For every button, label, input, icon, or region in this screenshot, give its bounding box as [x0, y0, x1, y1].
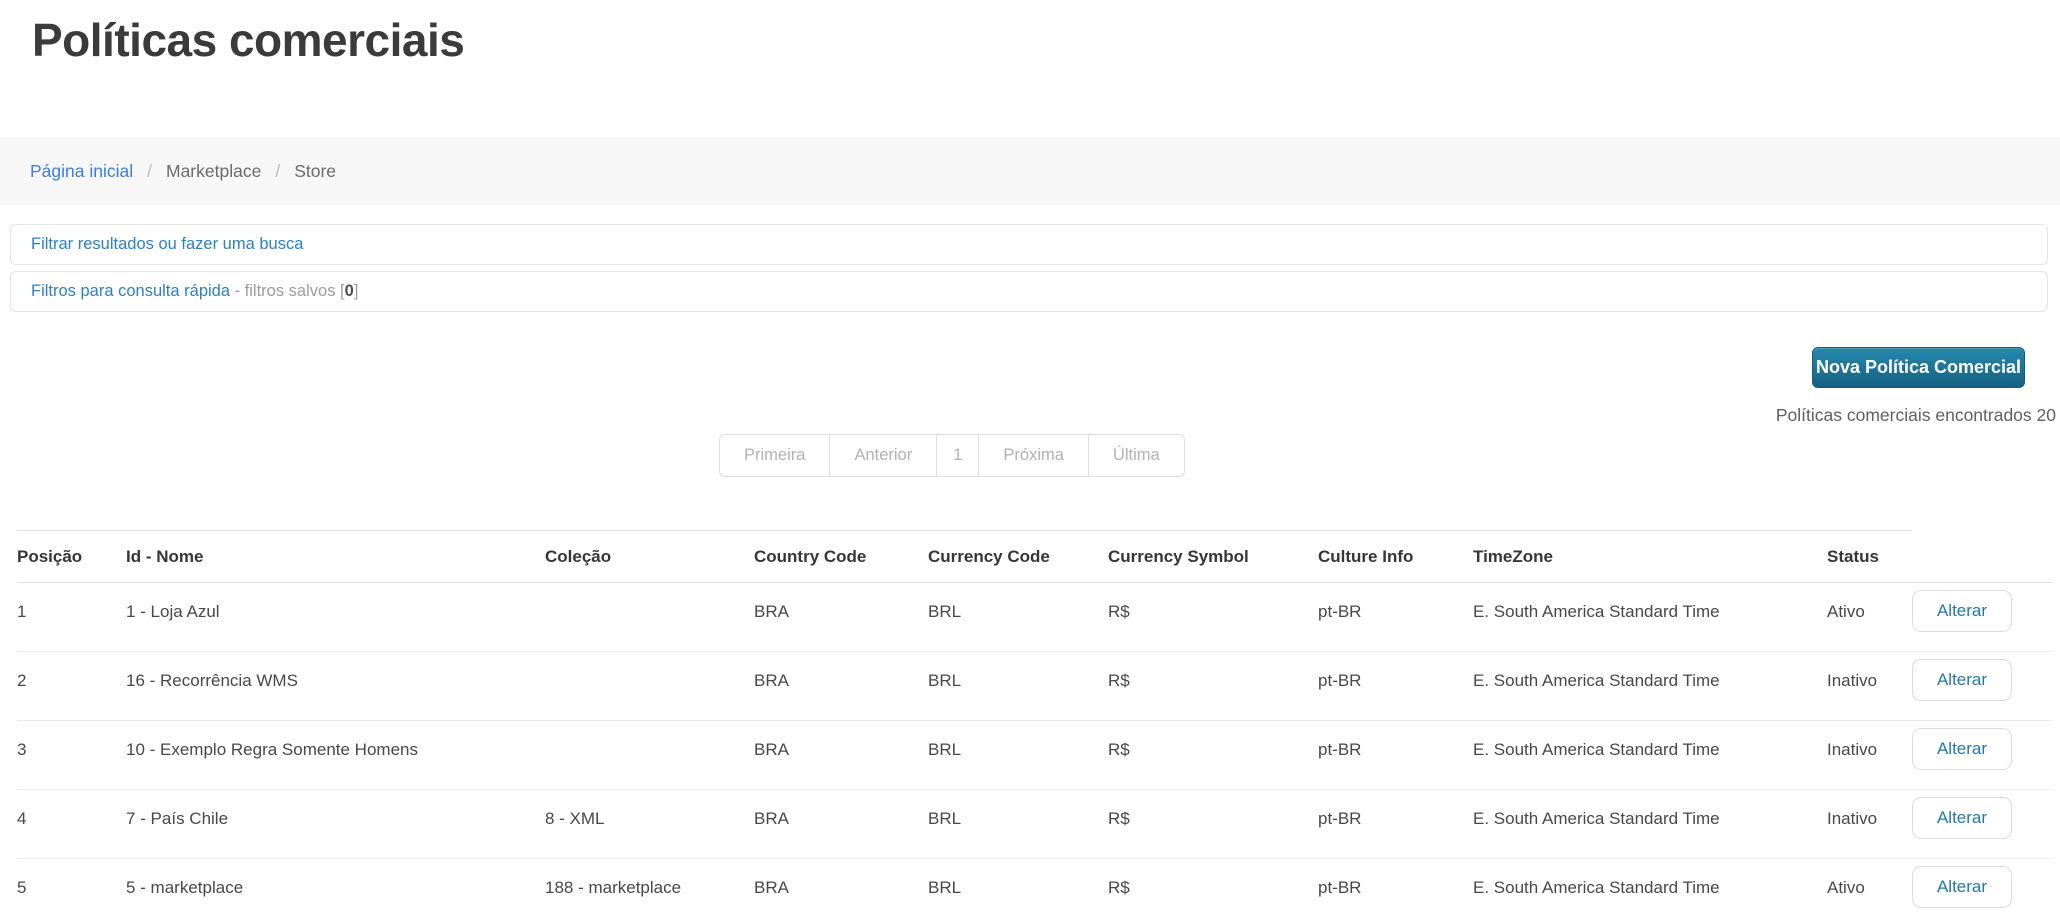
saved-filters-count: 0: [344, 282, 354, 300]
table-row: 3 10 - Exemplo Regra Somente Homens BRA …: [17, 720, 2052, 790]
cell-currency-code: BRL: [928, 720, 1108, 790]
cell-currency-symbol: R$: [1108, 582, 1318, 652]
col-header-currency-symbol: Currency Symbol: [1108, 530, 1318, 583]
cell-position: 3: [17, 720, 126, 790]
col-header-culture-info: Culture Info: [1318, 530, 1473, 583]
cell-status: Inativo: [1827, 651, 1912, 721]
cell-collection: [545, 720, 754, 790]
breadcrumb-item-store: Store: [294, 160, 337, 181]
alterar-button[interactable]: Alterar: [1912, 866, 2012, 908]
cell-currency-symbol: R$: [1108, 720, 1318, 790]
breadcrumb-separator: /: [275, 160, 281, 181]
cell-status: Ativo: [1827, 858, 1912, 920]
quick-filters-label: Filtros para consulta rápida: [31, 282, 231, 300]
pagination-last[interactable]: Última: [1087, 435, 1184, 476]
cell-country-code: BRA: [754, 651, 928, 721]
cell-action: Alterar: [1912, 789, 2052, 859]
cell-currency-code: BRL: [928, 651, 1108, 721]
table-row: 2 16 - Recorrência WMS BRA BRL R$ pt-BR …: [17, 651, 2052, 721]
new-policy-button[interactable]: Nova Política Comercial: [1812, 347, 2025, 388]
col-header-posicao: Posição: [17, 530, 126, 583]
cell-status: Inativo: [1827, 789, 1912, 859]
cell-id-name: 1 - Loja Azul: [126, 582, 545, 652]
col-header-currency-code: Currency Code: [928, 530, 1108, 583]
cell-status: Inativo: [1827, 720, 1912, 790]
col-header-timezone: TimeZone: [1473, 530, 1827, 583]
table-row: 5 5 - marketplace 188 - marketplace BRA …: [17, 858, 2052, 920]
cell-id-name: 5 - marketplace: [126, 858, 545, 920]
table-row: 4 7 - País Chile 8 - XML BRA BRL R$ pt-B…: [17, 789, 2052, 859]
cell-action: Alterar: [1912, 858, 2052, 920]
col-header-status: Status: [1827, 530, 1912, 583]
table-row: 1 1 - Loja Azul BRA BRL R$ pt-BR E. Sout…: [17, 582, 2052, 652]
cell-currency-symbol: R$: [1108, 789, 1318, 859]
cell-timezone: E. South America Standard Time: [1473, 651, 1827, 721]
cell-currency-symbol: R$: [1108, 858, 1318, 920]
cell-culture-info: pt-BR: [1318, 858, 1473, 920]
cell-culture-info: pt-BR: [1318, 582, 1473, 652]
cell-timezone: E. South America Standard Time: [1473, 582, 1827, 652]
breadcrumb: Página inicial / Marketplace / Store: [0, 137, 2060, 205]
saved-filters-text-close: ]: [353, 282, 359, 300]
cell-country-code: BRA: [754, 858, 928, 920]
cell-collection: 8 - XML: [545, 789, 754, 859]
results-summary: Políticas comerciais encontrados 20: [1775, 405, 2056, 425]
cell-id-name: 10 - Exemplo Regra Somente Homens: [126, 720, 545, 790]
pagination-previous[interactable]: Anterior: [829, 435, 936, 476]
breadcrumb-item-marketplace: Marketplace: [166, 160, 262, 181]
page-title: Políticas comerciais: [32, 14, 465, 66]
alterar-button[interactable]: Alterar: [1912, 590, 2012, 632]
pagination: Primeira Anterior 1 Próxima Última: [719, 434, 1185, 477]
cell-action: Alterar: [1912, 582, 2052, 652]
cell-id-name: 7 - País Chile: [126, 789, 545, 859]
cell-timezone: E. South America Standard Time: [1473, 789, 1827, 859]
cell-collection: [545, 651, 754, 721]
saved-filters-text: - filtros salvos [: [230, 282, 345, 300]
alterar-button[interactable]: Alterar: [1912, 659, 2012, 701]
cell-position: 4: [17, 789, 126, 859]
cell-currency-code: BRL: [928, 789, 1108, 859]
cell-action: Alterar: [1912, 651, 2052, 721]
filter-search-bar[interactable]: Filtrar resultados ou fazer uma busca: [10, 224, 2048, 265]
cell-timezone: E. South America Standard Time: [1473, 858, 1827, 920]
cell-position: 1: [17, 582, 126, 652]
pagination-first[interactable]: Primeira: [720, 435, 829, 476]
col-header-country-code: Country Code: [754, 530, 928, 583]
col-header-id-nome: Id - Nome: [126, 530, 545, 583]
cell-country-code: BRA: [754, 582, 928, 652]
col-header-action: [1912, 530, 2052, 583]
quick-filters-bar[interactable]: Filtros para consulta rápida - filtros s…: [10, 271, 2048, 312]
alterar-button[interactable]: Alterar: [1912, 728, 2012, 770]
cell-currency-code: BRL: [928, 582, 1108, 652]
table-header-row: Posição Id - Nome Coleção Country Code C…: [17, 530, 2052, 583]
cell-action: Alterar: [1912, 720, 2052, 790]
cell-currency-code: BRL: [928, 858, 1108, 920]
col-header-colecao: Coleção: [545, 530, 754, 583]
pagination-next[interactable]: Próxima: [978, 435, 1088, 476]
cell-position: 2: [17, 651, 126, 721]
breadcrumb-link-home[interactable]: Página inicial: [30, 161, 133, 182]
pagination-current-page[interactable]: 1: [936, 435, 978, 476]
cell-culture-info: pt-BR: [1318, 720, 1473, 790]
cell-collection: [545, 582, 754, 652]
cell-status: Ativo: [1827, 582, 1912, 652]
cell-position: 5: [17, 858, 126, 920]
cell-culture-info: pt-BR: [1318, 789, 1473, 859]
alterar-button[interactable]: Alterar: [1912, 797, 2012, 839]
trade-policies-page: Políticas comerciais Página inicial / Ma…: [0, 0, 2060, 920]
policies-table: Posição Id - Nome Coleção Country Code C…: [17, 530, 2052, 920]
cell-collection: 188 - marketplace: [545, 858, 754, 920]
cell-culture-info: pt-BR: [1318, 651, 1473, 721]
breadcrumb-separator: /: [147, 160, 152, 181]
cell-id-name: 16 - Recorrência WMS: [126, 651, 545, 721]
cell-currency-symbol: R$: [1108, 651, 1318, 721]
cell-timezone: E. South America Standard Time: [1473, 720, 1827, 790]
cell-country-code: BRA: [754, 720, 928, 790]
cell-country-code: BRA: [754, 789, 928, 859]
filter-search-label: Filtrar resultados ou fazer uma busca: [31, 235, 304, 253]
